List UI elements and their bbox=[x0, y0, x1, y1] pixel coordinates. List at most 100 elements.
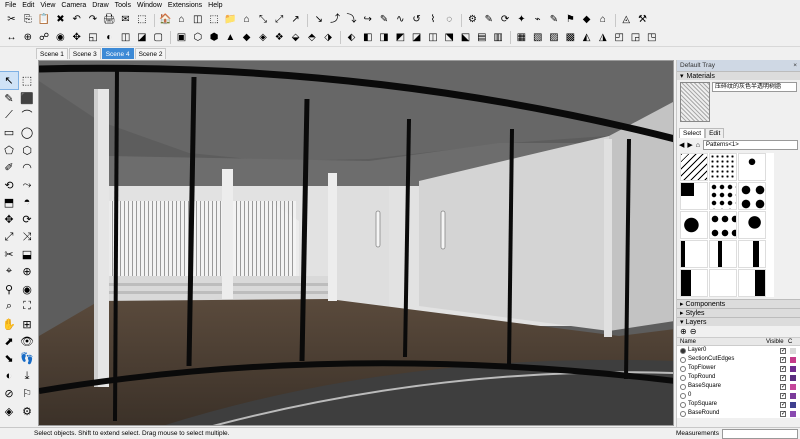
toolbar2-tool-icon[interactable]: ◨ bbox=[377, 31, 392, 45]
palette-tool-icon[interactable]: ⬒ bbox=[0, 194, 18, 211]
toolbar1-tool-icon[interactable]: 📁 bbox=[223, 13, 238, 27]
toolbar1-tool-icon[interactable]: ↘ bbox=[311, 13, 326, 27]
layer-color-swatch[interactable] bbox=[790, 401, 796, 408]
layer-color-swatch[interactable] bbox=[790, 392, 796, 399]
palette-tool-icon[interactable]: ⚙ bbox=[18, 402, 36, 419]
palette-tool-icon[interactable]: ◓ bbox=[18, 194, 36, 211]
toolbar2-tool-icon[interactable]: ◫ bbox=[118, 31, 133, 45]
toolbar2-tool-icon[interactable]: ▥ bbox=[491, 31, 506, 45]
visible-checkbox[interactable]: ✓ bbox=[780, 383, 786, 390]
palette-tool-icon[interactable]: ✋ bbox=[0, 315, 18, 332]
active-layer-radio[interactable] bbox=[680, 401, 686, 408]
menu-help[interactable]: Help bbox=[205, 0, 225, 11]
toolbar1-tool-icon[interactable]: 📋 bbox=[37, 13, 52, 27]
toolbar1-tool-icon[interactable]: ↗ bbox=[288, 13, 303, 27]
toolbar2-tool-icon[interactable]: ◧ bbox=[360, 31, 375, 45]
active-layer-radio[interactable] bbox=[680, 356, 686, 363]
toolbar2-tool-icon[interactable]: ⬗ bbox=[321, 31, 336, 45]
toolbar2-tool-icon[interactable]: ◆ bbox=[239, 31, 254, 45]
toolbar2-tool-icon[interactable]: ⬙ bbox=[288, 31, 303, 45]
toolbar2-tool-icon[interactable]: ⬖ bbox=[344, 31, 359, 45]
layer-row[interactable]: BaseSquare ✓ bbox=[677, 382, 800, 391]
toolbar1-tool-icon[interactable]: ⬚ bbox=[134, 13, 149, 27]
palette-tool-icon[interactable]: ⊕ bbox=[18, 263, 36, 280]
components-panel-header[interactable]: ▸ Components bbox=[677, 299, 800, 308]
toolbar2-tool-icon[interactable]: ☍ bbox=[37, 31, 52, 45]
active-layer-radio[interactable] bbox=[680, 410, 686, 417]
pattern-swatch[interactable] bbox=[738, 153, 766, 181]
palette-tool-icon[interactable]: ◯ bbox=[18, 124, 36, 141]
layer-row[interactable]: SectionCutEdges ✓ bbox=[677, 355, 800, 364]
palette-tool-icon[interactable]: 👁 bbox=[18, 333, 36, 350]
palette-tool-icon[interactable]: ⌖ bbox=[0, 263, 18, 280]
pattern-swatch[interactable] bbox=[680, 269, 708, 297]
toolbar2-tool-icon[interactable]: ⬡ bbox=[190, 31, 205, 45]
pattern-swatch[interactable] bbox=[680, 153, 708, 181]
select-tool-icon[interactable]: ↖ bbox=[0, 70, 19, 91]
toolbar2-tool-icon[interactable]: ▤ bbox=[474, 31, 489, 45]
palette-tool-icon[interactable]: ✥ bbox=[0, 211, 18, 228]
toolbar2-tool-icon[interactable]: ◐ bbox=[102, 31, 117, 45]
toolbar2-tool-icon[interactable]: ⬘ bbox=[304, 31, 319, 45]
pattern-swatch[interactable] bbox=[680, 240, 708, 268]
active-layer-radio[interactable] bbox=[680, 365, 686, 372]
toolbar2-tool-icon[interactable]: ◪ bbox=[409, 31, 424, 45]
pattern-swatch[interactable] bbox=[738, 182, 766, 210]
tab-scene-3[interactable]: Scene 3 bbox=[68, 48, 101, 59]
palette-tool-icon[interactable]: ⟲ bbox=[0, 176, 18, 193]
palette-tool-icon[interactable]: ⤓ bbox=[18, 368, 36, 385]
toolbar1-tool-icon[interactable]: ⌇ bbox=[425, 13, 440, 27]
toolbar2-tool-icon[interactable]: ◰ bbox=[612, 31, 627, 45]
palette-tool-icon[interactable]: ✎ bbox=[0, 89, 18, 106]
material-name-field[interactable]: 压碎纹的灰色半透明树脂 bbox=[712, 82, 797, 92]
pattern-swatch[interactable] bbox=[709, 153, 737, 181]
toolbar2-tool-icon[interactable]: ↔ bbox=[4, 31, 19, 45]
toolbar1-tool-icon[interactable]: 🖨 bbox=[102, 13, 117, 27]
menu-draw[interactable]: Draw bbox=[89, 0, 111, 11]
menu-tools[interactable]: Tools bbox=[112, 0, 134, 11]
toolbar1-tool-icon[interactable]: ⌂ bbox=[239, 13, 254, 27]
toolbar1-tool-icon[interactable]: ✉ bbox=[118, 13, 133, 27]
palette-tool-icon[interactable]: ◐ bbox=[0, 368, 18, 385]
palette-tool-icon[interactable]: ⊘ bbox=[0, 385, 18, 402]
toolbar1-tool-icon[interactable]: ⚙ bbox=[465, 13, 480, 27]
toolbar1-tool-icon[interactable]: ✖ bbox=[53, 13, 68, 27]
toolbar2-tool-icon[interactable]: ⬢ bbox=[207, 31, 222, 45]
toolbar1-tool-icon[interactable]: ✎ bbox=[377, 13, 392, 27]
toolbar1-tool-icon[interactable]: ⎘ bbox=[20, 13, 35, 27]
palette-tool-icon[interactable]: ⤨ bbox=[18, 229, 36, 246]
toolbar2-tool-icon[interactable]: ▲ bbox=[223, 31, 238, 45]
toolbar1-tool-icon[interactable]: 🏠 bbox=[158, 13, 173, 27]
palette-tool-icon[interactable]: ⤢ bbox=[0, 229, 18, 246]
palette-tool-icon[interactable]: 👣 bbox=[18, 350, 36, 367]
close-icon[interactable]: × bbox=[793, 60, 800, 71]
toolbar2-tool-icon[interactable]: ▧ bbox=[530, 31, 545, 45]
active-layer-radio[interactable] bbox=[680, 347, 686, 354]
toolbar1-tool-icon[interactable]: ✎ bbox=[481, 13, 496, 27]
toolbar2-tool-icon[interactable]: ▨ bbox=[547, 31, 562, 45]
toolbar2-tool-icon[interactable]: ▣ bbox=[174, 31, 189, 45]
pattern-swatch[interactable] bbox=[709, 269, 737, 297]
active-layer-radio[interactable] bbox=[680, 392, 686, 399]
toolbar2-tool-icon[interactable]: ◲ bbox=[628, 31, 643, 45]
toolbar2-tool-icon[interactable]: ◪ bbox=[134, 31, 149, 45]
palette-tool-icon[interactable]: ⟋ bbox=[0, 107, 18, 124]
menu-view[interactable]: View bbox=[37, 0, 58, 11]
toolbar1-tool-icon[interactable]: ∿ bbox=[393, 13, 408, 27]
toolbar1-tool-icon[interactable]: ⤴ bbox=[328, 13, 343, 27]
layer-row[interactable]: TopSquare ✓ bbox=[677, 400, 800, 409]
layer-row[interactable]: 0 ✓ bbox=[677, 391, 800, 400]
tab-scene-4[interactable]: Scene 4 bbox=[101, 48, 134, 59]
palette-tool-icon[interactable]: ⬈ bbox=[0, 333, 18, 350]
layer-color-swatch[interactable] bbox=[790, 383, 796, 390]
palette-tool-icon[interactable]: ⚐ bbox=[18, 385, 36, 402]
add-layer-icon[interactable]: ⊕ bbox=[680, 327, 687, 336]
toolbar1-tool-icon[interactable]: ↷ bbox=[85, 13, 100, 27]
pattern-swatch[interactable] bbox=[738, 211, 766, 239]
tab-edit[interactable]: Edit bbox=[705, 128, 725, 138]
active-layer-radio[interactable] bbox=[680, 383, 686, 390]
palette-tool-icon[interactable]: ◠ bbox=[18, 159, 36, 176]
layer-row[interactable]: TopFlower ✓ bbox=[677, 364, 800, 373]
visible-checkbox[interactable]: ✓ bbox=[780, 401, 786, 408]
toolbar1-tool-icon[interactable]: ✦ bbox=[514, 13, 529, 27]
